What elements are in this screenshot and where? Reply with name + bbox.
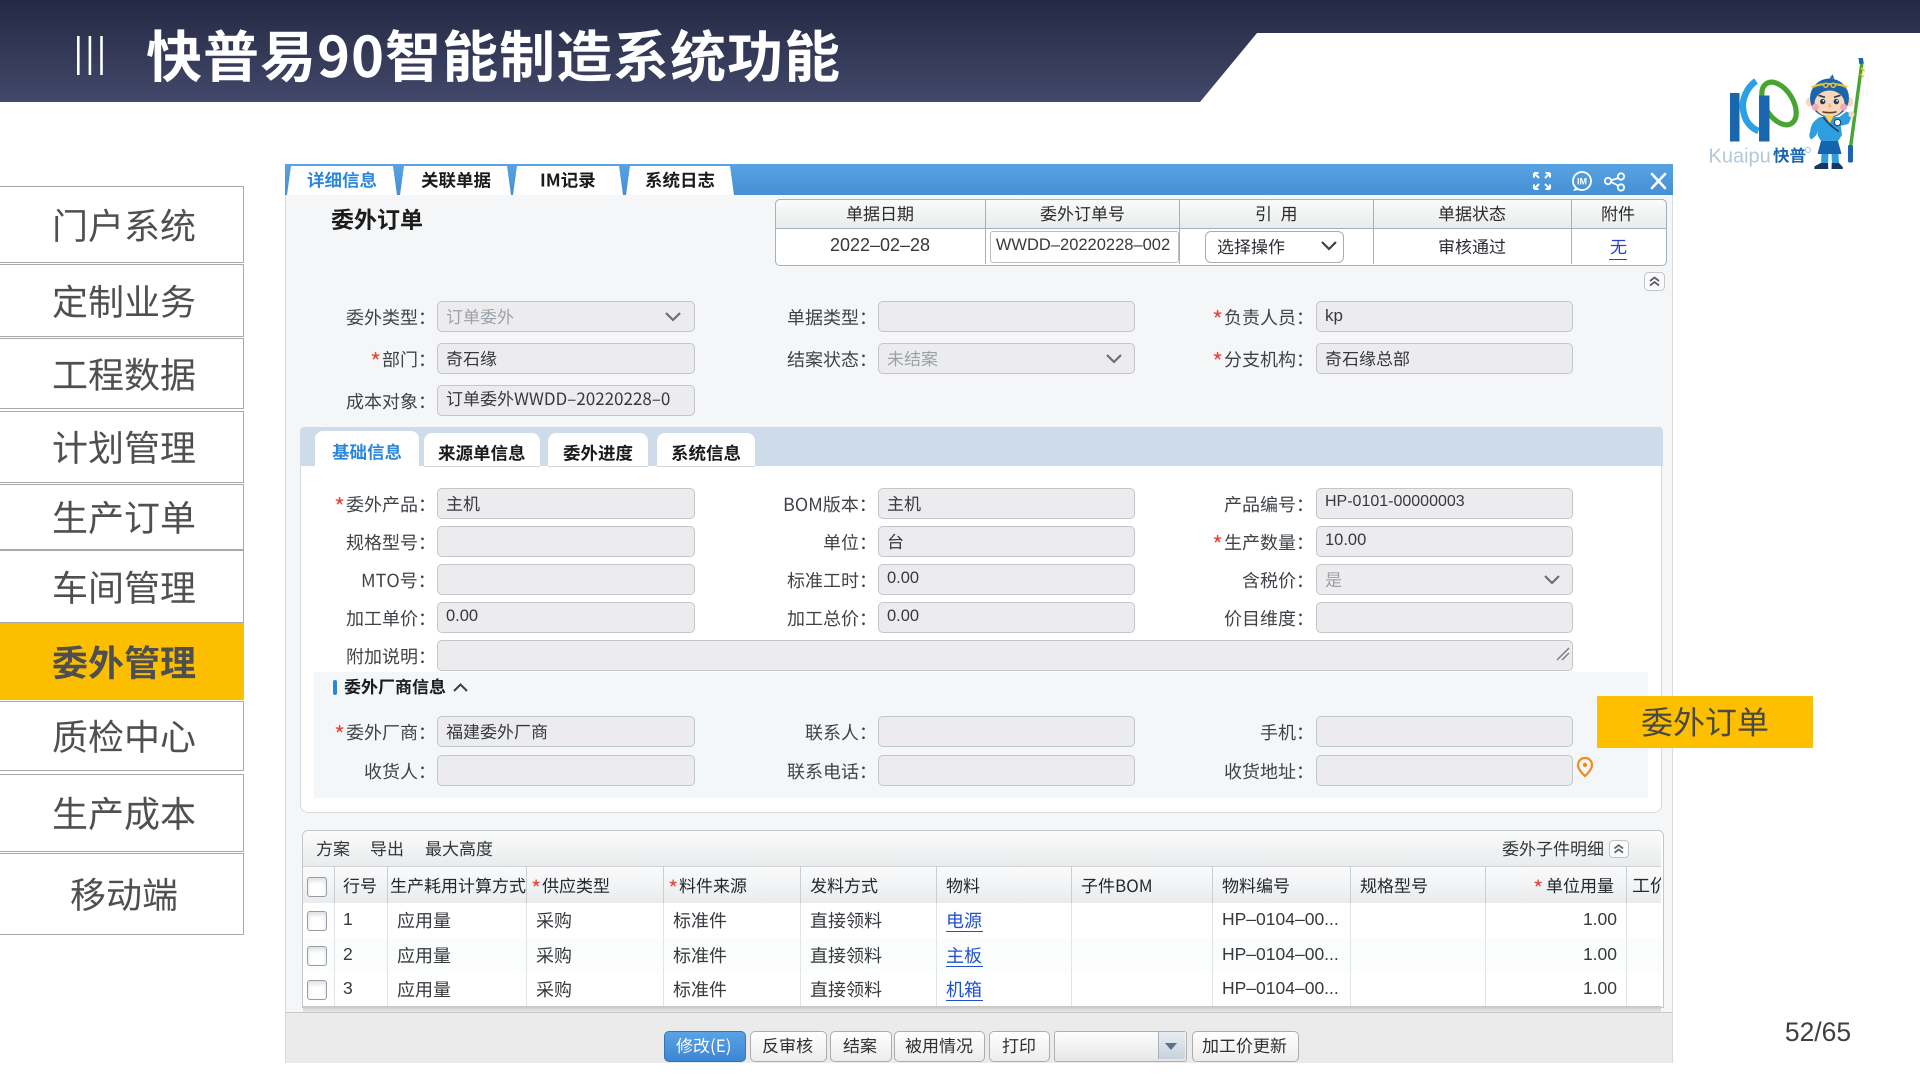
svg-text:Kuaipu: Kuaipu	[1709, 146, 1771, 168]
svg-text:IM: IM	[1577, 177, 1587, 187]
